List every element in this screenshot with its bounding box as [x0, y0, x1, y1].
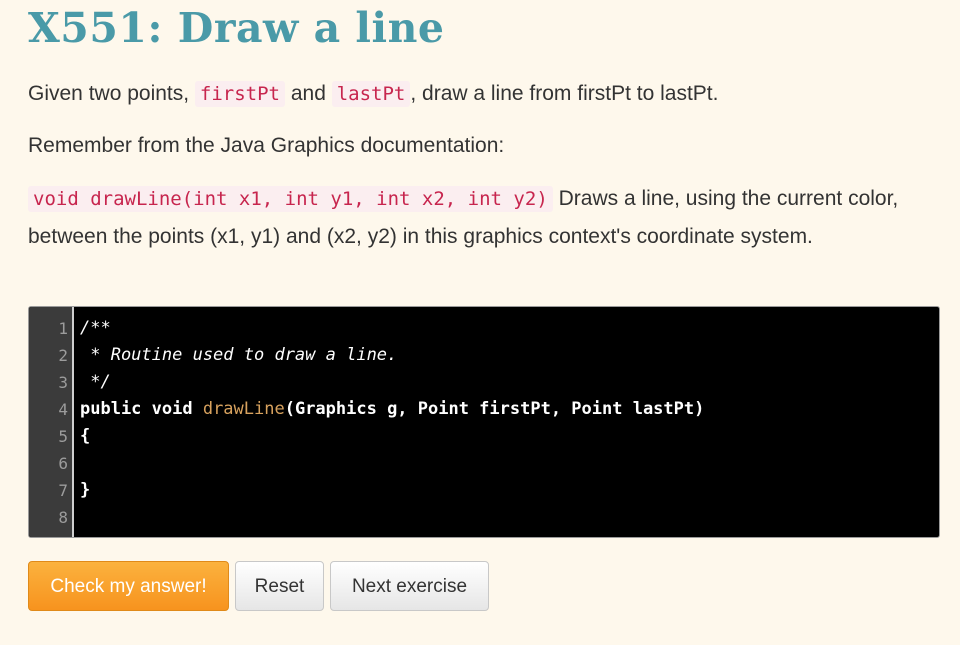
line-number: 6 [58, 454, 68, 473]
intro-text-mid: and [285, 82, 332, 105]
check-answer-button[interactable]: Check my answer! [28, 561, 229, 611]
code-keyword: public void [80, 399, 203, 419]
code-area[interactable]: /** * Routine used to draw a line. */ pu… [74, 307, 939, 537]
code-function-name: drawLine [202, 399, 285, 419]
code-line[interactable]: } [80, 477, 939, 504]
doc-paragraph: void drawLine(int x1, int y1, int x2, in… [28, 180, 940, 255]
intro-paragraph: Given two points, firstPt and lastPt, dr… [28, 76, 940, 112]
code-line[interactable] [80, 450, 939, 477]
method-signature: void drawLine(int x1, int y1, int x2, in… [28, 186, 553, 212]
remember-paragraph: Remember from the Java Graphics document… [28, 134, 505, 157]
code-line[interactable]: /** [80, 315, 939, 342]
line-number: 5 [58, 427, 68, 446]
line-number: 2 [58, 346, 68, 365]
next-exercise-button[interactable]: Next exercise [330, 561, 489, 611]
code-line[interactable]: */ [80, 369, 939, 396]
code-line[interactable]: * Routine used to draw a line. [80, 342, 939, 369]
exercise-page: X551: Draw a line Given two points, firs… [0, 0, 960, 645]
line-number: 8 [58, 508, 68, 527]
line-number: 7 [58, 481, 68, 500]
code-line[interactable] [80, 504, 939, 531]
code-line[interactable]: { [80, 423, 939, 450]
line-number: 3 [58, 373, 68, 392]
line-number: 1 [58, 319, 68, 338]
intro-text-post: , draw a line from firstPt to lastPt. [410, 82, 719, 105]
inline-code-lastpt: lastPt [331, 81, 411, 107]
reset-button[interactable]: Reset [235, 561, 324, 611]
line-number-gutter: 1 2 3 4 5 6 7 8 [29, 307, 74, 537]
inline-code-firstpt: firstPt [194, 81, 285, 107]
page-title: X551: Draw a line [28, 4, 445, 52]
line-number: 4 [58, 400, 68, 419]
code-parameters: (Graphics g, Point firstPt, Point lastPt… [284, 399, 705, 419]
code-editor[interactable]: 1 2 3 4 5 6 7 8 /** * Routine used to dr… [28, 306, 940, 538]
code-line[interactable]: public void drawLine(Graphics g, Point f… [80, 396, 939, 423]
intro-text-pre: Given two points, [28, 82, 195, 105]
